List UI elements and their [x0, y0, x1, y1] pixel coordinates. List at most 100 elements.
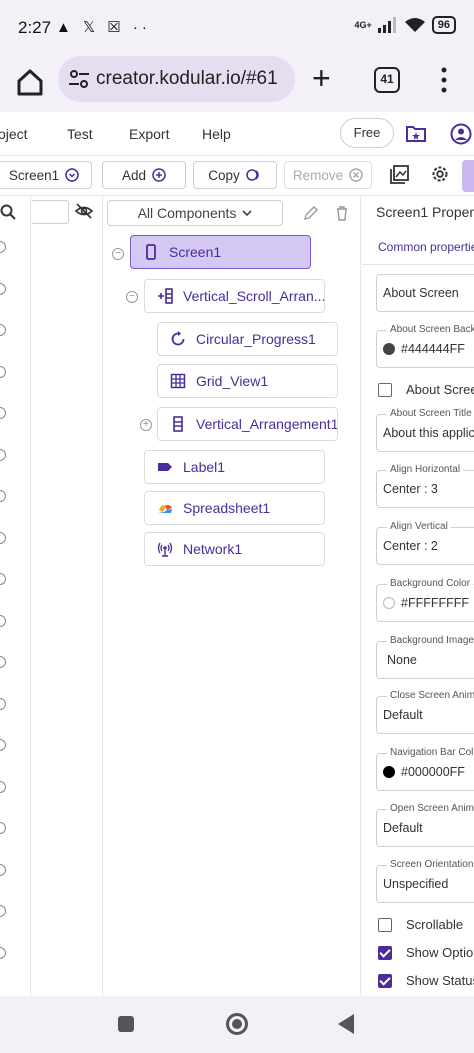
about-screen-checkbox-row[interactable]: About Screen: [378, 382, 474, 397]
show-options-checkbox[interactable]: [378, 945, 392, 960]
palette-item-marker[interactable]: [0, 781, 6, 793]
show-status-bar-label: Show Status B: [406, 973, 474, 988]
home-nav-icon[interactable]: [226, 1013, 248, 1035]
notification-icons: ▲ 𝕏 ☒ ··: [56, 19, 151, 36]
tree-node-label: Grid_View1: [196, 373, 269, 389]
menu-help[interactable]: Help: [202, 126, 231, 142]
about-screen-checkbox[interactable]: [378, 382, 392, 397]
about-screen-title-label: About Screen Title: [387, 408, 474, 419]
new-tab-icon[interactable]: +: [312, 62, 331, 94]
scrollable-row[interactable]: Scrollable: [378, 917, 463, 932]
palette-item-marker[interactable]: [0, 532, 6, 544]
recents-icon[interactable]: [118, 1016, 134, 1032]
menu-project[interactable]: oject: [0, 126, 28, 142]
navigation-bar-color-field[interactable]: Navigation Bar Col #000000FF: [376, 747, 474, 791]
remove-screen-button[interactable]: Remove: [284, 161, 372, 189]
about-screen-title-field[interactable]: About Screen Title About this applica: [376, 408, 474, 452]
eye-off-icon[interactable]: [75, 202, 93, 220]
status-bar: 2:27 ▲ 𝕏 ☒ ·· 4G+ 96: [0, 0, 474, 56]
component-filter-label: All Components: [137, 205, 237, 221]
show-status-bar-checkbox[interactable]: [378, 973, 392, 988]
show-options-row[interactable]: Show Option: [378, 945, 474, 960]
palette-item-marker[interactable]: [0, 739, 6, 751]
add-label: Add: [121, 167, 147, 183]
background-image-field[interactable]: Background Image None: [376, 635, 474, 679]
home-icon[interactable]: [14, 66, 46, 98]
scrollable-checkbox[interactable]: [378, 917, 392, 932]
palette-item-marker[interactable]: [0, 283, 6, 295]
tree-node-spreadsheet[interactable]: Spreadsheet1: [144, 491, 325, 525]
screen-select[interactable]: Screen1: [0, 161, 92, 189]
more-menu-icon[interactable]: [436, 66, 452, 94]
delete-trash-icon[interactable]: [334, 205, 350, 221]
palette-item-marker[interactable]: [0, 573, 6, 585]
palette-item-marker[interactable]: [0, 407, 6, 419]
palette-item-marker[interactable]: [0, 656, 6, 668]
about-screen-field[interactable]: About Screen: [376, 274, 474, 312]
palette-item-marker[interactable]: [0, 449, 6, 461]
signal-icon: [377, 17, 396, 33]
open-screen-animation-value: Default: [383, 821, 423, 835]
background-color-label: Background Color: [387, 578, 474, 589]
panel-toggle-tab[interactable]: [462, 160, 474, 192]
common-properties-tab[interactable]: Common propertie: [378, 240, 474, 254]
palette-item-marker[interactable]: [0, 822, 6, 834]
palette-item-marker[interactable]: [0, 366, 6, 378]
palette-search-input[interactable]: [31, 200, 69, 224]
tree-node-vertical-scroll[interactable]: Vertical_Scroll_Arran...: [144, 279, 325, 313]
add-screen-button[interactable]: Add: [102, 161, 186, 189]
color-swatch: [383, 597, 395, 609]
palette-item-marker[interactable]: [0, 698, 6, 710]
tree-node-circular-progress[interactable]: Circular_Progress1: [157, 322, 338, 356]
expand-toggle-vertical-arrangement[interactable]: +: [140, 419, 152, 431]
tree-node-vertical-arrangement[interactable]: Vertical_Arrangement1: [157, 407, 338, 441]
vertical-scroll-icon: [158, 288, 173, 304]
tree-node-label1[interactable]: Label1: [144, 450, 325, 484]
palette-item-marker[interactable]: [0, 241, 6, 253]
status-time: 2:27: [18, 18, 52, 37]
background-color-value: #FFFFFFFF: [401, 596, 470, 610]
align-vertical-field[interactable]: Align Vertical Center : 2: [376, 521, 474, 565]
palette-item-marker[interactable]: [0, 615, 6, 627]
url-bar[interactable]: creator.kodular.io/#61: [58, 56, 295, 102]
screen-orientation-field[interactable]: Screen Orientation Unspecified: [376, 859, 474, 903]
collapse-toggle-vertical-scroll[interactable]: −: [126, 291, 138, 303]
open-screen-animation-field[interactable]: Open Screen Anim Default: [376, 803, 474, 847]
palette-item-marker[interactable]: [0, 490, 6, 502]
scrollable-label: Scrollable: [406, 917, 464, 932]
background-color-field[interactable]: Background Color #FFFFFFFF: [376, 578, 474, 622]
tree-node-network[interactable]: Network1: [144, 532, 325, 566]
copy-screen-button[interactable]: Copy: [193, 161, 277, 189]
tree-node-screen1[interactable]: Screen1: [130, 235, 311, 269]
collapse-toggle-screen1[interactable]: −: [112, 248, 124, 260]
site-settings-icon[interactable]: [68, 68, 90, 90]
palette-item-marker[interactable]: [0, 947, 6, 959]
palette-item-marker[interactable]: [0, 864, 6, 876]
show-status-bar-row[interactable]: Show Status B: [378, 973, 474, 988]
close-screen-animation-field[interactable]: Close Screen Anim Default: [376, 690, 474, 734]
menu-test[interactable]: Test: [67, 126, 93, 142]
remove-label: Remove: [292, 167, 344, 183]
palette-item-marker[interactable]: [0, 905, 6, 917]
component-filter-select[interactable]: All Components: [107, 200, 283, 226]
properties-panel: Screen1 Properti Common propertie About …: [362, 196, 474, 996]
account-icon[interactable]: [450, 123, 472, 145]
gear-icon[interactable]: [430, 164, 450, 184]
palette-item-marker[interactable]: [0, 324, 6, 336]
network-icon: [157, 542, 173, 557]
properties-title: Screen1 Properti: [376, 204, 474, 220]
tab-switcher-button[interactable]: 41: [374, 67, 400, 93]
gallery-icon[interactable]: [390, 164, 410, 184]
about-screen-background-field[interactable]: About Screen Back #444444FF: [376, 324, 474, 368]
plan-button[interactable]: Free: [340, 118, 394, 148]
rename-pencil-icon[interactable]: [303, 205, 319, 221]
search-icon[interactable]: [0, 204, 16, 220]
back-icon[interactable]: [338, 1014, 354, 1034]
browser-bar: creator.kodular.io/#61 + 41: [0, 56, 474, 112]
app-menubar: oject Test Export Help Free: [0, 112, 474, 156]
tree-node-grid-view[interactable]: Grid_View1: [157, 364, 338, 398]
folder-star-icon[interactable]: [406, 124, 426, 142]
align-horizontal-field[interactable]: Align Horizontal Center : 3: [376, 464, 474, 508]
menu-export[interactable]: Export: [129, 126, 169, 142]
navigation-bar-color-value: #000000FF: [401, 765, 465, 779]
